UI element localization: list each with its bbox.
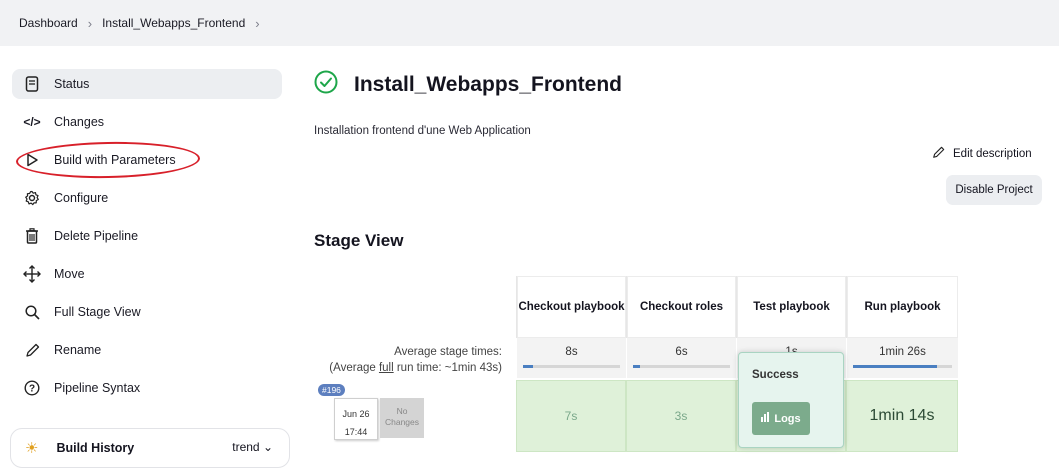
- stage-header: Checkout roles: [626, 276, 736, 338]
- average-times-row: 8s 6s 1s 1min 26s: [516, 338, 958, 378]
- gear-icon: [18, 190, 46, 206]
- sidebar-item-label: Rename: [54, 343, 102, 357]
- avg-time: 8s: [565, 346, 578, 358]
- avg-time-cell: 8s: [516, 338, 626, 378]
- sidebar-item-rename[interactable]: Rename: [12, 335, 282, 365]
- stage-header: Checkout playbook: [516, 276, 626, 338]
- logs-label: Logs: [774, 412, 801, 425]
- build-history-panel[interactable]: ☀ Build History trend ⌄: [10, 428, 290, 468]
- breadcrumb: Dashboard › Install_Webapps_Frontend ›: [0, 0, 1059, 46]
- build-history-title: Build History: [56, 441, 135, 455]
- avg-time-fill: [633, 365, 640, 368]
- move-icon: [18, 265, 46, 283]
- stage-view-table: Checkout playbook Checkout roles Test pl…: [314, 276, 958, 452]
- full-run-link[interactable]: full: [379, 362, 394, 374]
- avg-label-suffix: run time: ~1min 43s): [393, 362, 502, 374]
- sidebar-item-label: Full Stage View: [54, 305, 141, 319]
- logs-button[interactable]: Logs: [752, 402, 810, 435]
- avg-time: 6s: [675, 346, 688, 358]
- pencil-icon: [932, 146, 945, 162]
- pencil-icon: [18, 343, 46, 358]
- build-number-badge[interactable]: #196: [318, 384, 345, 396]
- avg-label-prefix: (Average: [329, 362, 379, 374]
- document-icon: [18, 76, 46, 92]
- sidebar-item-label: Pipeline Syntax: [54, 381, 141, 395]
- sidebar-item-pipeline-syntax[interactable]: ? Pipeline Syntax: [12, 373, 282, 403]
- sidebar-item-configure[interactable]: Configure: [12, 183, 282, 213]
- edit-description-label: Edit description: [953, 148, 1032, 160]
- bar-chart-icon: [761, 412, 771, 425]
- chevron-right-icon[interactable]: ›: [255, 16, 259, 31]
- stage-header: Test playbook: [736, 276, 846, 338]
- sidebar-item-delete-pipeline[interactable]: Delete Pipeline: [12, 221, 282, 251]
- search-icon: [18, 304, 46, 320]
- success-check-icon: [314, 70, 338, 99]
- popup-title: Success: [752, 369, 799, 381]
- avg-time-fill: [523, 365, 533, 368]
- build-run-row: 7s 3s 1min 14s: [516, 380, 958, 452]
- stage-result-cell[interactable]: 7s: [516, 380, 626, 452]
- page-title: Install_Webapps_Frontend: [354, 72, 622, 96]
- sidebar-item-full-stage-view[interactable]: Full Stage View: [12, 297, 282, 327]
- sidebar-item-changes[interactable]: </> Changes: [12, 107, 282, 137]
- stage-result-cell[interactable]: 3s: [626, 380, 736, 452]
- sidebar-item-move[interactable]: Move: [12, 259, 282, 289]
- avg-time: 1min 26s: [879, 346, 926, 358]
- avg-time-bar: [853, 365, 952, 368]
- build-time: 17:44: [344, 427, 368, 437]
- avg-time-bar: [633, 365, 730, 368]
- page-title-row: Install_Webapps_Frontend: [314, 70, 622, 99]
- avg-time-cell: 1min 26s: [846, 338, 958, 378]
- avg-time-cell: 6s: [626, 338, 736, 378]
- stage-view-heading: Stage View: [314, 231, 404, 250]
- trash-icon: [18, 228, 46, 244]
- avg-label-line2: (Average full run time: ~1min 43s): [314, 360, 502, 376]
- job-description: Installation frontend d'une Web Applicat…: [314, 125, 531, 137]
- code-icon: </>: [23, 115, 41, 129]
- sidebar-item-label: Status: [54, 77, 90, 91]
- avg-label-line1: Average stage times:: [394, 346, 502, 358]
- avg-time-bar: [523, 365, 620, 368]
- breadcrumb-job[interactable]: Install_Webapps_Frontend: [102, 16, 245, 30]
- chevron-right-icon: ›: [87, 15, 93, 31]
- help-icon: ?: [18, 380, 46, 396]
- build-timestamp: Jun 26 17:44: [334, 398, 378, 440]
- average-stage-times-label: Average stage times: (Average full run t…: [314, 338, 516, 378]
- sidebar-item-label: Delete Pipeline: [54, 229, 139, 243]
- stage-status-popup: Success Logs: [738, 352, 844, 448]
- sidebar-item-label: Configure: [54, 191, 109, 205]
- sidebar-item-label: Move: [54, 267, 85, 281]
- no-changes-box: No Changes: [380, 398, 424, 438]
- build-date: Jun 26: [342, 409, 370, 419]
- edit-description-link[interactable]: Edit description: [932, 146, 1032, 162]
- sun-icon: ☀: [25, 440, 39, 457]
- stage-result-cell[interactable]: 1min 14s: [846, 380, 958, 452]
- build-info-cell[interactable]: #196 Jun 26 17:44 No Changes: [314, 380, 514, 452]
- avg-time-fill: [853, 365, 938, 368]
- disable-project-button[interactable]: Disable Project: [946, 175, 1042, 205]
- breadcrumb-dashboard[interactable]: Dashboard: [19, 16, 78, 30]
- sidebar-item-status[interactable]: Status: [12, 69, 282, 99]
- svg-text:?: ?: [29, 384, 35, 395]
- sidebar-item-label: Changes: [54, 115, 105, 129]
- stage-header: Run playbook: [846, 276, 958, 338]
